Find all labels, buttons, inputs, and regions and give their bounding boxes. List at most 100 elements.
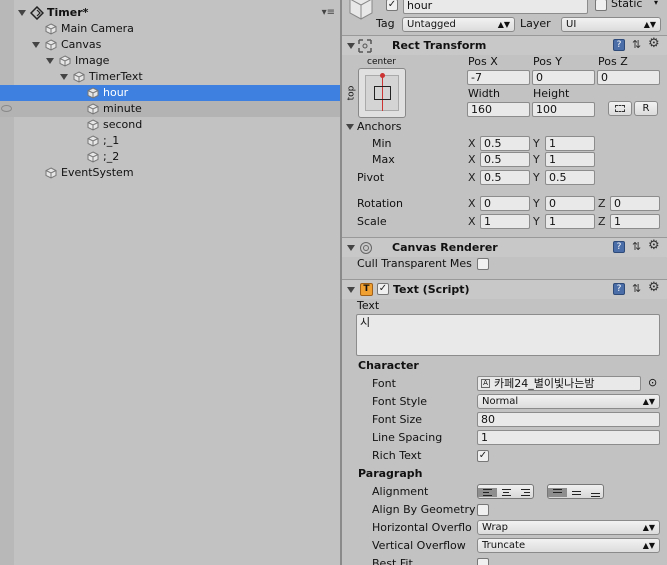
anchor-preset-point (380, 73, 385, 78)
layer-dropdown[interactable]: UI ▲▼ (561, 17, 661, 32)
text-script-header[interactable]: T ✓ Text (Script) ? ⇅ ⚙ (342, 279, 667, 299)
preset-icon[interactable]: ⇅ (632, 283, 644, 295)
font-style-label: Font Style (372, 395, 428, 408)
align-bottom-icon[interactable] (586, 488, 605, 497)
layer-value: UI (566, 19, 577, 30)
pivot-label: Pivot (357, 171, 385, 184)
preset-icon[interactable]: ⇅ (632, 39, 644, 51)
gameobject-cube-icon (87, 103, 99, 115)
hierarchy-item-second[interactable]: second (0, 117, 340, 133)
object-name-field[interactable]: hour (403, 0, 588, 14)
gameobject-cube-icon (45, 39, 57, 51)
raw-edit-button[interactable]: R (634, 101, 658, 116)
pos-z-field[interactable]: 0 (597, 70, 660, 85)
width-field[interactable]: 160 (467, 102, 530, 117)
anchors-fold-arrow-icon[interactable] (346, 124, 354, 130)
static-checkbox[interactable] (595, 0, 607, 11)
fold-arrow-icon[interactable] (347, 287, 355, 293)
gear-icon[interactable]: ⚙ (648, 239, 660, 253)
scale-z-field[interactable]: 1 (610, 214, 660, 229)
text-content-area[interactable]: 시 (356, 314, 660, 356)
hierarchy-item-hour[interactable]: hour (0, 85, 340, 101)
anchor-preset-top-label: center (367, 57, 396, 67)
align-middle-icon[interactable] (567, 488, 586, 497)
unity-scene-icon (30, 6, 44, 20)
anchor-max-x-field[interactable]: 0.5 (480, 152, 530, 167)
hierarchy-item-label: TimerText (89, 70, 143, 83)
text-enabled-checkbox[interactable]: ✓ (377, 283, 389, 295)
axis-y-label: Y (533, 171, 540, 184)
pivot-y-field[interactable]: 0.5 (545, 170, 595, 185)
font-size-field[interactable]: 80 (477, 412, 660, 427)
align-geometry-checkbox[interactable] (477, 504, 489, 516)
font-style-dropdown[interactable]: Normal ▲▼ (477, 394, 660, 409)
scene-title: Timer* (47, 6, 89, 19)
align-top-icon[interactable] (548, 488, 567, 497)
vertical-overflow-dropdown[interactable]: Truncate ▲▼ (477, 538, 660, 553)
pos-x-field[interactable]: -7 (467, 70, 530, 85)
fold-arrow-icon[interactable] (347, 43, 355, 49)
rotation-y-field[interactable]: 0 (545, 196, 595, 211)
blueprint-mode-button[interactable] (608, 101, 632, 116)
tag-dropdown[interactable]: Untagged ▲▼ (402, 17, 515, 32)
blueprint-icon (615, 105, 625, 112)
help-icon[interactable]: ? (613, 39, 625, 51)
scale-x-field[interactable]: 1 (480, 214, 530, 229)
rich-text-checkbox[interactable]: ✓ (477, 450, 489, 462)
hierarchy-item-timertext[interactable]: TimerText (0, 69, 340, 85)
font-field[interactable]: A 카페24_별이빛나는밤 (477, 376, 641, 391)
fold-arrow-icon[interactable] (347, 245, 355, 251)
align-left-icon[interactable] (478, 488, 497, 497)
pos-y-field[interactable]: 0 (532, 70, 595, 85)
anchor-min-x-field[interactable]: 0.5 (480, 136, 530, 151)
rotation-x-field[interactable]: 0 (480, 196, 530, 211)
gear-icon[interactable]: ⚙ (648, 281, 660, 295)
help-icon[interactable]: ? (613, 241, 625, 253)
anchor-preset-side-label: top (346, 85, 357, 101)
anchor-preset-button[interactable] (358, 68, 406, 118)
height-field[interactable]: 100 (532, 102, 595, 117)
gear-icon[interactable]: ⚙ (648, 37, 660, 51)
hierarchy-item-label: ;_2 (103, 150, 120, 163)
align-right-icon[interactable] (516, 488, 535, 497)
visibility-eye-icon[interactable] (1, 105, 12, 112)
expand-arrow-icon[interactable] (32, 42, 40, 48)
align-center-icon[interactable] (497, 488, 516, 497)
tag-label: Tag (376, 17, 395, 30)
line-spacing-field[interactable]: 1 (477, 430, 660, 445)
scene-header-row[interactable]: Timer* ▾≡ (0, 5, 340, 21)
hierarchy-item-colon-2[interactable]: ;_2 (0, 149, 340, 165)
hierarchy-item-minute[interactable]: minute (0, 101, 340, 117)
canvas-renderer-header[interactable]: Canvas Renderer ? ⇅ ⚙ (342, 237, 667, 257)
canvas-renderer-title: Canvas Renderer (392, 241, 498, 254)
scene-menu-icon[interactable]: ▾≡ (322, 5, 335, 21)
active-checkbox[interactable]: ✓ (386, 0, 398, 11)
anchor-preset-rect (374, 86, 391, 100)
gameobject-cube-icon (45, 23, 57, 35)
best-fit-checkbox[interactable] (477, 558, 489, 565)
rect-transform-header[interactable]: Rect Transform ? ⇅ ⚙ (342, 35, 667, 55)
static-dropdown-arrow-icon[interactable]: ▾ (654, 0, 658, 7)
hierarchy-item-canvas[interactable]: Canvas (0, 37, 340, 53)
axis-x-label: X (468, 137, 476, 150)
axis-y-label: Y (533, 153, 540, 166)
line-spacing-label: Line Spacing (372, 431, 443, 444)
pivot-x-field[interactable]: 0.5 (480, 170, 530, 185)
scene-expand-arrow-icon[interactable] (18, 10, 26, 16)
font-size-label: Font Size (372, 413, 423, 426)
preset-icon[interactable]: ⇅ (632, 241, 644, 253)
expand-arrow-icon[interactable] (46, 58, 54, 64)
object-picker-icon[interactable]: ⊙ (648, 376, 657, 390)
expand-arrow-icon[interactable] (60, 74, 68, 80)
horizontal-overflow-dropdown[interactable]: Wrap ▲▼ (477, 520, 660, 535)
anchor-max-y-field[interactable]: 1 (545, 152, 595, 167)
help-icon[interactable]: ? (613, 283, 625, 295)
hierarchy-item-image[interactable]: Image (0, 53, 340, 69)
rotation-z-field[interactable]: 0 (610, 196, 660, 211)
hierarchy-item-colon-1[interactable]: ;_1 (0, 133, 340, 149)
scale-y-field[interactable]: 1 (545, 214, 595, 229)
anchor-min-y-field[interactable]: 1 (545, 136, 595, 151)
cull-transparent-checkbox[interactable] (477, 258, 489, 270)
hierarchy-item-eventsystem[interactable]: EventSystem (0, 165, 340, 181)
hierarchy-item-main-camera[interactable]: Main Camera (0, 21, 340, 37)
